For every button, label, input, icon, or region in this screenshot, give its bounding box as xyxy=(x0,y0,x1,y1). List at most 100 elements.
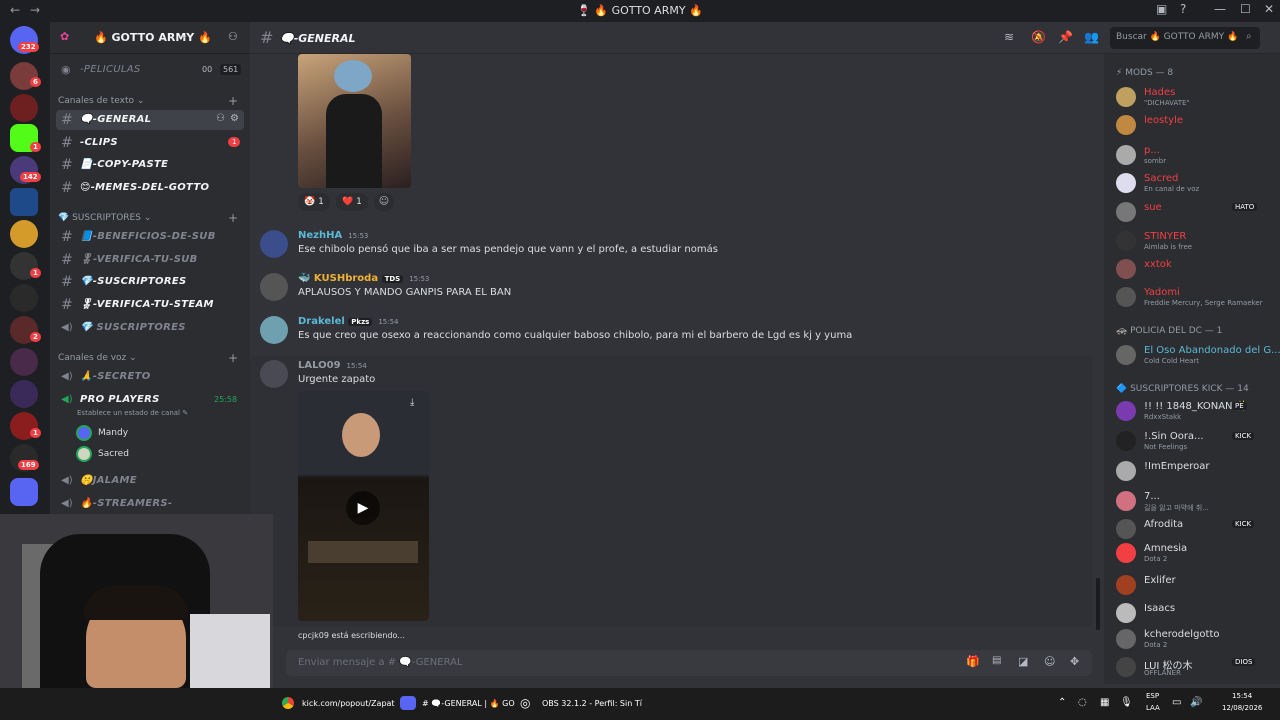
taskbar-item-obs[interactable]: OBS 32.1.2 - Perfil: Sin Tí xyxy=(542,699,642,708)
voice-user[interactable]: Mandy xyxy=(76,424,246,442)
avatar[interactable] xyxy=(260,273,288,301)
member-item[interactable]: Yadomi Freddie Mercury, Serge Ramaeker xyxy=(1114,284,1276,310)
mute-bell-icon[interactable]: 🔕 xyxy=(1031,30,1046,44)
language-indicator[interactable]: ESP xyxy=(1146,692,1159,700)
member-item[interactable]: El Oso Abandonado del G... Cold Cold Hear… xyxy=(1114,342,1280,368)
member-item[interactable]: Sacred En canal de voz xyxy=(1114,170,1276,196)
threads-icon[interactable]: ≋ xyxy=(1004,30,1014,44)
channel-status[interactable]: Establece un estado de canal ✎ xyxy=(77,409,188,417)
gif-icon[interactable]: ▤ xyxy=(992,655,1001,666)
pin-icon[interactable]: 📌 xyxy=(1058,30,1073,44)
settings-gear-icon[interactable]: ⚙ xyxy=(230,113,239,124)
member-item[interactable]: !ImEmperoar xyxy=(1114,458,1276,484)
scrollbar[interactable] xyxy=(1096,578,1100,630)
volume-icon[interactable]: 🔊 xyxy=(1190,697,1202,708)
reaction[interactable]: 🤡 1 xyxy=(298,193,330,211)
region-indicator[interactable]: LAA xyxy=(1146,704,1160,712)
member-item[interactable]: LUI 松の木 DIOS OFFLANER xyxy=(1114,654,1276,680)
apps-icon[interactable]: ✥ xyxy=(1070,655,1079,668)
tray-icon[interactable]: ◌ xyxy=(1078,697,1087,708)
message-author[interactable]: Drakelel Pkzs 15:54 xyxy=(298,316,399,327)
taskbar-item-discord[interactable]: # 🗨️-GENERAL | 🔥 GO xyxy=(422,699,515,708)
member-item[interactable]: 7... 길을 잃고 마약에 취... xyxy=(1114,488,1276,514)
reaction[interactable]: ❤️ 1 xyxy=(336,193,368,211)
maximize-icon[interactable]: ☐ xyxy=(1240,2,1251,16)
channel-clips[interactable]: # -CLIPS 1 xyxy=(56,133,244,153)
member-item[interactable]: xxtok xyxy=(1114,256,1276,282)
download-icon[interactable]: ⤓ xyxy=(410,397,414,408)
voice-channel-streamers[interactable]: ◀) 🔥-STREAMERS- xyxy=(56,494,244,514)
clock-date[interactable]: 12/08/2026 xyxy=(1222,704,1262,712)
inbox-icon[interactable]: ▣ xyxy=(1156,2,1167,16)
message: NezhHA 15:53 Ese chibolo pensó que iba a … xyxy=(260,230,1090,264)
member-item[interactable]: Afrodita KICK xyxy=(1114,516,1276,542)
member-list-icon[interactable]: 👥 xyxy=(1084,30,1099,44)
avatar[interactable] xyxy=(260,360,288,388)
message-image[interactable] xyxy=(298,54,411,188)
video-attachment[interactable]: ⤓ ▶ xyxy=(298,391,429,621)
message-author[interactable]: LALO09 15:54 xyxy=(298,360,367,371)
voice-channel-jalame[interactable]: ◀) 🤫JALAME xyxy=(56,471,244,491)
member-item[interactable]: STINYER Aimlab is free xyxy=(1114,228,1276,254)
message-composer[interactable]: Enviar mensaje a # 🗨️-GENERAL 🎁 ▤ ◪ ☺ ✥ xyxy=(286,650,1092,676)
folder-icon[interactable] xyxy=(10,478,38,506)
voice-channel-secreto[interactable]: ◀) 🙏-SECRETO xyxy=(56,367,244,387)
member-item[interactable]: sue HATO xyxy=(1114,199,1276,225)
gift-icon[interactable]: 🎁 xyxy=(966,655,980,668)
channel-general[interactable]: # 🗨️-GENERAL ⚇ ⚙ xyxy=(56,110,244,130)
search-input[interactable]: Buscar 🔥 GOTTO ARMY 🔥 ⌕ xyxy=(1110,27,1260,49)
member-item[interactable]: leostyle xyxy=(1114,112,1276,138)
channel-verifica-steam[interactable]: # 🎖-VERIFICA-TU-STEAM xyxy=(56,295,244,315)
member-item[interactable]: Exlifer xyxy=(1114,572,1276,598)
channel-copy-paste[interactable]: # 📄-COPY-PASTE xyxy=(56,155,244,175)
add-channel-icon[interactable]: + xyxy=(228,351,238,365)
category-subs[interactable]: 💎 SUSCRIPTORES ⌄ + xyxy=(58,211,238,225)
tray-icon[interactable]: ▦ xyxy=(1100,697,1109,708)
message-author[interactable]: 🐳 KUSHbroda TDS 15:53 xyxy=(298,273,429,284)
member-item[interactable]: p... sombr xyxy=(1114,142,1276,168)
chevron-up-icon[interactable]: ⌃ xyxy=(1058,697,1066,708)
taskbar-item-chrome[interactable]: kick.com/popout/Zapat xyxy=(302,699,395,708)
member-item[interactable]: kcherodelgotto Dota 2 xyxy=(1114,626,1276,652)
avatar[interactable] xyxy=(260,230,288,258)
channel-memes[interactable]: # 😊-MEMES-DEL-GOTTO xyxy=(56,178,244,198)
voice-channel-pro-players[interactable]: ◀) PRO PLAYERS 25:58 Establece un estado… xyxy=(56,390,244,420)
category-voice[interactable]: Canales de voz ⌄ + xyxy=(58,351,238,365)
close-icon[interactable]: ✕ xyxy=(1264,2,1274,16)
emoji-icon[interactable]: ☺ xyxy=(1044,655,1055,668)
add-reaction-icon[interactable]: ☺ xyxy=(374,193,394,211)
add-member-icon[interactable]: ⚇ xyxy=(228,30,238,43)
server-header[interactable]: ✿ 🔥 GOTTO ARMY 🔥 ⌄ ⚇ xyxy=(50,22,250,54)
member-item[interactable]: !.Sin Oora... KICK Not Feelings xyxy=(1114,428,1276,454)
add-channel-icon[interactable]: + xyxy=(228,211,238,225)
server-icon[interactable] xyxy=(10,348,38,376)
help-icon[interactable]: ? xyxy=(1180,2,1186,16)
server-icon[interactable] xyxy=(10,220,38,248)
category-text[interactable]: Canales de texto ⌄ + xyxy=(58,94,238,108)
invite-icon[interactable]: ⚇ xyxy=(216,113,225,124)
mic-icon[interactable]: 🎙 xyxy=(1120,697,1133,708)
avatar[interactable] xyxy=(260,316,288,344)
sticker-icon[interactable]: ◪ xyxy=(1018,655,1028,668)
network-icon[interactable]: ▭ xyxy=(1172,697,1181,708)
clock-time[interactable]: 15:54 xyxy=(1232,692,1252,700)
channel-beneficios[interactable]: # 📘-BENEFICIOS-DE-SUB xyxy=(56,227,244,247)
add-channel-icon[interactable]: + xyxy=(228,94,238,108)
voice-channel-suscriptores[interactable]: ◀) 💎 SUSCRIPTORES xyxy=(56,318,244,338)
minimize-icon[interactable]: — xyxy=(1214,2,1226,16)
message-author[interactable]: NezhHA 15:53 xyxy=(298,230,368,241)
member-item[interactable]: Amnesia Dota 2 xyxy=(1114,540,1276,566)
play-icon[interactable]: ▶ xyxy=(346,491,380,525)
server-icon[interactable] xyxy=(10,94,38,122)
channel-peliculas[interactable]: ◉ -PELICULAS 00 561 xyxy=(56,60,244,80)
server-icon[interactable] xyxy=(10,284,38,312)
member-item[interactable]: !! !! 1848_KONAN ✨ PE RdxxStakk xyxy=(1114,398,1276,424)
member-item[interactable]: Isaacs xyxy=(1114,600,1276,626)
member-item[interactable]: Hades "DICHAVATE" xyxy=(1114,84,1276,110)
channel-suscriptores[interactable]: # 💎-SUSCRIPTORES xyxy=(56,272,244,292)
server-icon[interactable] xyxy=(10,188,38,216)
channel-verifica-sub[interactable]: # 🎖-VERIFICA-TU-SUB xyxy=(56,250,244,270)
voice-user[interactable]: Sacred xyxy=(76,445,246,463)
server-icon[interactable] xyxy=(10,380,38,408)
message-text: APLAUSOS Y MANDO GANPIS PARA EL BAN xyxy=(298,287,512,298)
